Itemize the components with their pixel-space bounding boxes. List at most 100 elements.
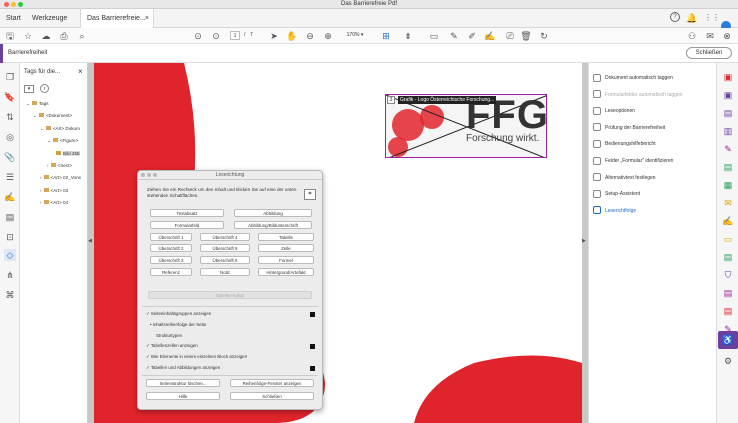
- clear-structure-button[interactable]: Seitenstruktur löschen...: [146, 379, 220, 387]
- export-pdf-icon[interactable]: ▣: [722, 71, 734, 83]
- region-button[interactable]: Überschrift 6: [200, 256, 250, 265]
- shield-icon[interactable]: ⛉: [722, 269, 734, 281]
- page-down-icon[interactable]: ⊙: [210, 30, 222, 42]
- figure-selection-box[interactable]: FFG Forschung wirkt. 3 Grafik - Logo Öst…: [385, 94, 547, 158]
- signatures-icon[interactable]: ✍: [4, 191, 16, 203]
- close-accessibility-button[interactable]: Schließen: [686, 47, 732, 59]
- accessibility-tool-item[interactable]: Dokument automatisch taggen: [593, 71, 673, 85]
- display-option[interactable]: ✓ Tabellenzellen anzeigen: [146, 343, 198, 349]
- tag-tree-node[interactable]: ⌄ <Art> Dokum: [40, 125, 80, 132]
- save-icon[interactable]: 🖫: [4, 30, 16, 42]
- scan-icon[interactable]: ▤: [722, 251, 734, 263]
- reading-order-icon[interactable]: ⇅: [4, 111, 16, 123]
- display-option[interactable]: ✓ Wie Elemente in einem einzelnen Block …: [146, 354, 247, 360]
- tags-icon[interactable]: ◇: [4, 249, 16, 261]
- upload-cloud-icon[interactable]: ☁: [40, 30, 52, 42]
- hand-icon[interactable]: ✋: [286, 30, 298, 42]
- delete-icon[interactable]: 🗑: [520, 30, 532, 42]
- attachment-icon[interactable]: 📎: [4, 151, 16, 163]
- region-button[interactable]: Überschrift 2: [150, 244, 192, 253]
- display-option[interactable]: Strukturtypen: [156, 333, 182, 338]
- tab-tools[interactable]: Werkzeuge: [26, 9, 73, 28]
- dialog-close-button[interactable]: Schließen: [230, 392, 314, 400]
- bell-icon[interactable]: 🔔: [686, 12, 698, 24]
- region-button[interactable]: Abbildung: [234, 209, 312, 217]
- help-icon[interactable]: ?: [670, 12, 680, 22]
- tags-options-icon[interactable]: ▾: [24, 85, 34, 93]
- accessibility-tool-item[interactable]: Setup-Assistent: [593, 187, 640, 201]
- accessibility-tool-item[interactable]: Alternativtext festlegen: [593, 171, 656, 185]
- region-button[interactable]: Überschrift 5: [200, 244, 250, 253]
- tag-tree-node[interactable]: › <Sect>: [47, 163, 72, 168]
- region-button[interactable]: Überschrift 4: [200, 232, 250, 241]
- display-option[interactable]: ✓ Tabellen und Abbildungen anzeigen: [146, 365, 220, 371]
- tree-expand-icon[interactable]: ⌄: [26, 101, 30, 106]
- accessibility-tool-item[interactable]: Prüfung der Barrierefreiheit: [593, 121, 665, 135]
- mail-icon[interactable]: ✉: [704, 30, 716, 42]
- more-tools-icon[interactable]: ⚙: [722, 355, 734, 367]
- create-pdf-icon[interactable]: ▣: [722, 89, 734, 101]
- collapse-right-arrow[interactable]: ▶: [582, 238, 586, 244]
- accessibility-tool-item[interactable]: Felder „Formular" identifizieren: [593, 154, 673, 168]
- tree-expand-icon[interactable]: ›: [40, 175, 42, 180]
- accessibility-tags-icon[interactable]: ⌘: [4, 289, 16, 301]
- layers-icon[interactable]: ◎: [4, 131, 16, 143]
- region-button[interactable]: Tabelle: [258, 232, 314, 241]
- apps-grid-icon[interactable]: ⋮⋮: [704, 12, 720, 24]
- tag-tree-node[interactable]: ⌄ Tags: [26, 101, 49, 107]
- accessibility-tool-icon[interactable]: ♿: [718, 331, 738, 349]
- collapse-left-arrow[interactable]: ◀: [88, 238, 92, 244]
- tag-tree-node[interactable]: ⌄ <Dokument>: [33, 113, 72, 119]
- accessibility-tool-item[interactable]: Bedienungshilfebericht: [593, 137, 656, 151]
- print-icon[interactable]: ⎙: [58, 30, 70, 42]
- star-icon[interactable]: ☆: [22, 30, 34, 42]
- highlighter-icon[interactable]: ✐: [466, 30, 478, 42]
- pen-icon[interactable]: ✎: [448, 30, 460, 42]
- region-button[interactable]: Textabsatz: [150, 209, 224, 217]
- page-number-input[interactable]: 1: [230, 31, 240, 40]
- tag-properties-icon[interactable]: i: [40, 84, 49, 93]
- region-button[interactable]: Überschrift 1: [150, 232, 192, 241]
- tag-tree-node[interactable]: ⌄ <Figure>: [47, 138, 78, 144]
- region-button[interactable]: Zelle: [258, 244, 314, 253]
- comment-tool-icon[interactable]: ▭: [722, 233, 734, 245]
- select-cursor-icon[interactable]: ➤: [268, 30, 280, 42]
- zoom-search-icon[interactable]: ⌕: [76, 30, 88, 42]
- tree-expand-icon[interactable]: ›: [40, 188, 42, 193]
- tree-expand-icon[interactable]: ⌄: [33, 113, 37, 118]
- organize-icon[interactable]: ▥: [722, 125, 734, 137]
- request-sign-icon[interactable]: ✍: [722, 215, 734, 227]
- highlight-color-swatch[interactable]: [310, 366, 315, 371]
- tag-tree-node[interactable]: › <Art> 02_Vorw: [40, 175, 81, 180]
- compare-icon[interactable]: ▤: [722, 305, 734, 317]
- zoom-level-select[interactable]: 170% ▾: [340, 31, 370, 40]
- help-button[interactable]: Hilfe: [146, 392, 220, 400]
- tree-expand-icon[interactable]: ⌄: [47, 138, 51, 143]
- tag-tree-node[interactable]: Bild 255: [54, 150, 80, 156]
- protect-icon[interactable]: ▤: [722, 161, 734, 173]
- tree-expand-icon[interactable]: ›: [40, 200, 42, 205]
- tab-start[interactable]: Start: [0, 9, 27, 28]
- content-icon[interactable]: ▤: [4, 211, 16, 223]
- compress-icon[interactable]: ▦: [722, 179, 734, 191]
- region-button[interactable]: Formularfeld: [150, 220, 224, 229]
- region-button[interactable]: Referenz: [150, 268, 192, 276]
- order-icon[interactable]: ⋔: [4, 269, 16, 281]
- comment-icon[interactable]: ▭: [428, 30, 440, 42]
- page-up-icon[interactable]: ⊙: [192, 30, 204, 42]
- link-icon[interactable]: ⊗: [721, 30, 733, 42]
- show-order-panel-button[interactable]: Reihenfolge-Fenster anzeigen: [230, 379, 314, 387]
- tag-tree-node[interactable]: › <Art> 04: [40, 200, 68, 205]
- tab-close-icon[interactable]: ×: [145, 9, 149, 28]
- tab-document[interactable]: Das Barrierefreie... ×: [80, 9, 154, 29]
- tag-tree-node[interactable]: › <Art> 03: [40, 187, 68, 193]
- model-tree-icon[interactable]: ☰: [4, 171, 16, 183]
- accessibility-tool-item[interactable]: Leserichtfolge: [593, 204, 636, 218]
- scroll-mode-icon[interactable]: ⇟: [402, 30, 414, 42]
- region-button[interactable]: Überschrift 3: [150, 256, 192, 265]
- region-button[interactable]: Abbildung/Bildunterschrift: [234, 220, 312, 229]
- redact-icon[interactable]: ▤: [722, 287, 734, 299]
- accessibility-tool-item[interactable]: Leseoptionen: [593, 104, 635, 118]
- display-option[interactable]: ✓ Seiteninhaltsgruppen anzeigen: [146, 311, 211, 317]
- rotate-icon[interactable]: ↻: [538, 30, 550, 42]
